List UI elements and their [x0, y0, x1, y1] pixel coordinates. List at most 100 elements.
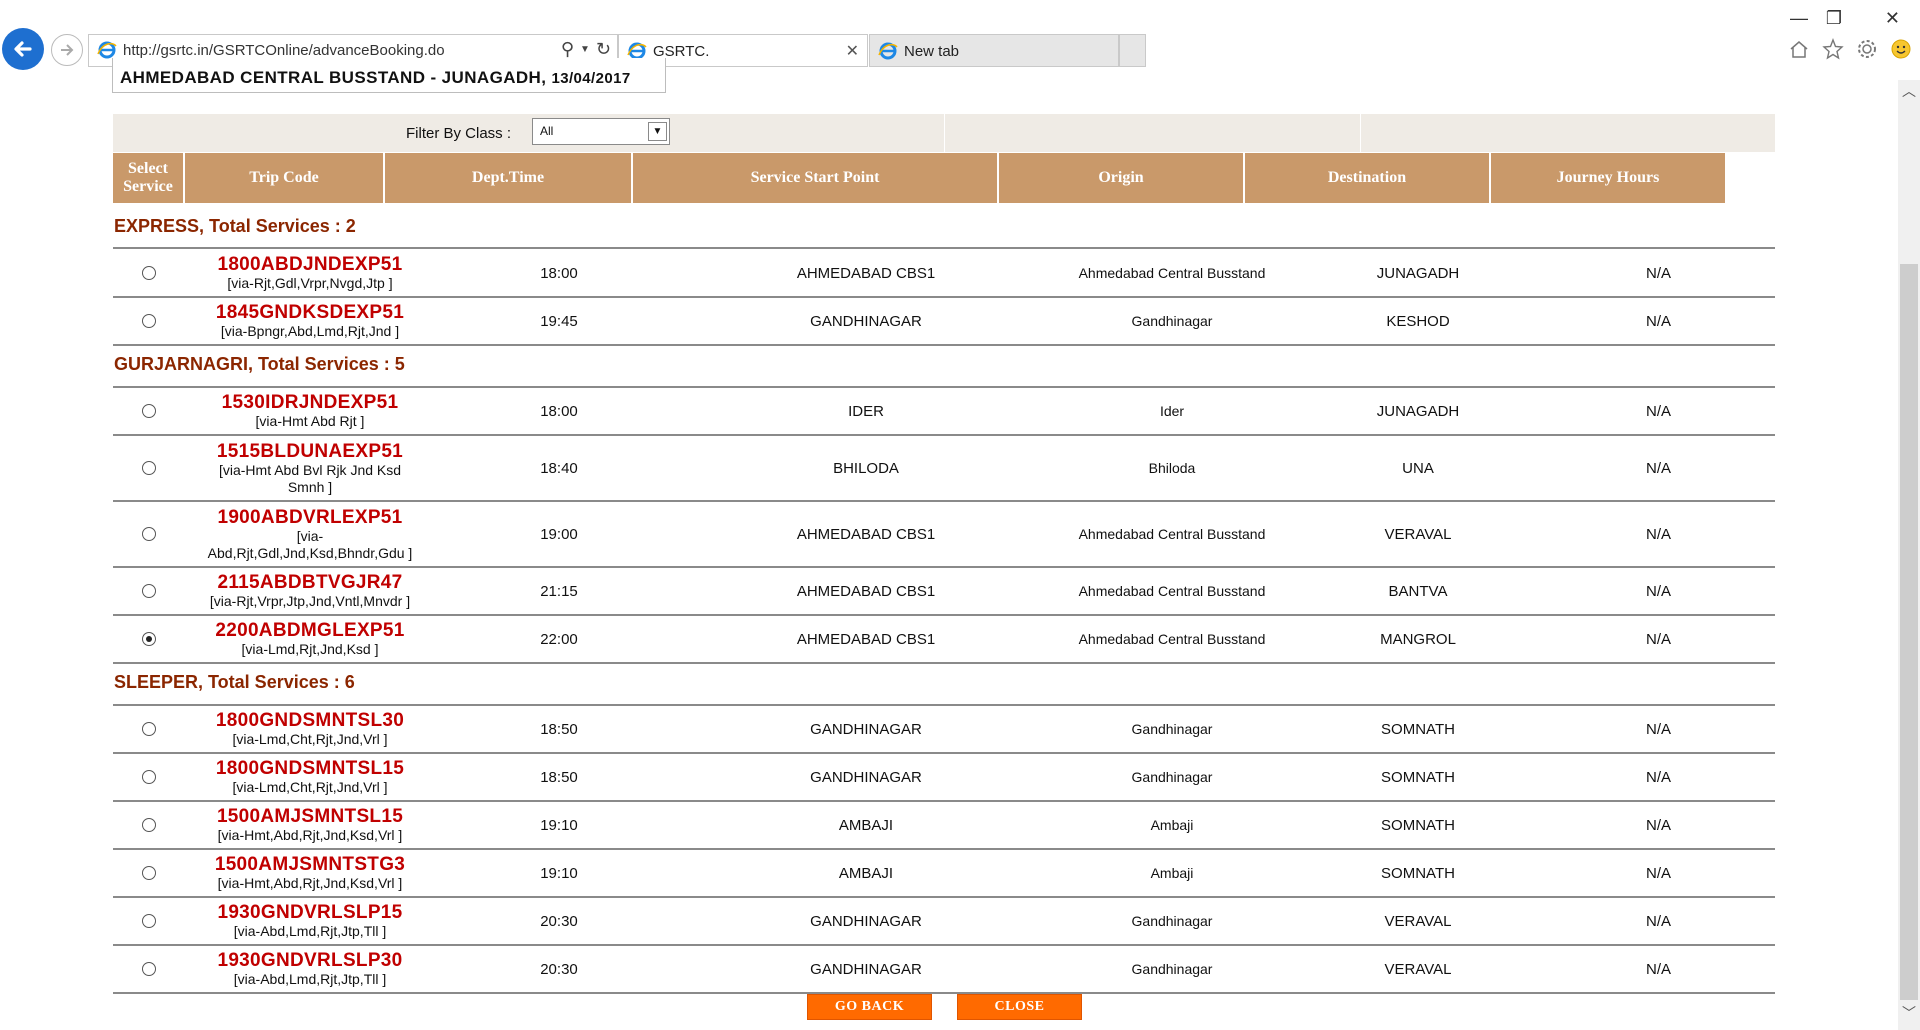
journey-hours: N/A: [1645, 525, 1671, 543]
class-filter-value: All: [540, 124, 554, 138]
service-start-point: GANDHINAGAR: [810, 960, 922, 978]
go-back-button[interactable]: GO BACK: [807, 994, 932, 1020]
service-start-point: IDER: [848, 402, 884, 420]
route-date: 13/04/2017: [551, 70, 631, 87]
trip-code[interactable]: 1900ABDVRLEXP51: [217, 507, 402, 528]
restore-icon[interactable]: ❐: [1826, 8, 1842, 29]
select-cell: [113, 568, 185, 614]
select-service-radio[interactable]: [142, 461, 156, 475]
destination: UNA: [1402, 459, 1434, 477]
trip-code[interactable]: 1845GNDKSDEXP51: [216, 302, 404, 323]
scrollbar-thumb[interactable]: [1900, 264, 1918, 1000]
select-service-radio[interactable]: [142, 866, 156, 880]
select-service-radio[interactable]: [142, 818, 156, 832]
dropdown-icon[interactable]: ▼: [580, 44, 590, 55]
trip-via-route: [via-Bpngr,Abd,Lmd,Rjt,Jnd ]: [220, 323, 400, 339]
trip-via-route: [via-Abd,Lmd,Rjt,Jtp,Tll ]: [233, 923, 387, 939]
scroll-down-icon[interactable]: ﹀: [1900, 1004, 1918, 1022]
trip-cell: 1930GNDVRLSLP15 [via-Abd,Lmd,Rjt,Jtp,Tll …: [185, 898, 435, 944]
select-service-radio[interactable]: [142, 527, 156, 541]
route-title: AHMEDABAD CENTRAL BUSSTAND - JUNAGADH, 1…: [120, 68, 631, 88]
table-row: 1515BLDUNAEXP51 [via-Hmt Abd Bvl Rjk Jnd …: [113, 436, 1775, 502]
table-row: 1845GNDKSDEXP51 [via-Bpngr,Abd,Lmd,Rjt,Jn…: [113, 298, 1775, 346]
destination: SOMNATH: [1381, 768, 1455, 786]
forward-arrow-icon: [61, 44, 74, 56]
select-service-radio[interactable]: [142, 770, 156, 784]
close-window-icon[interactable]: ✕: [1885, 8, 1900, 29]
destination: VERAVAL: [1384, 960, 1452, 978]
dept-time: 18:00: [540, 264, 578, 282]
trip-code[interactable]: 2200ABDMGLEXP51: [215, 620, 404, 641]
select-cell: [113, 436, 185, 500]
trip-via-route: [via-Hmt Abd Rjt ]: [255, 413, 365, 429]
trip-cell: 1800ABDJNDEXP51 [via-Rjt,Gdl,Vrpr,Nvgd,Jt…: [185, 250, 435, 296]
table-row: 1500AMJSMNTSTG3 [via-Hmt,Abd,Rjt,Jnd,Ksd,…: [113, 850, 1775, 898]
url-text[interactable]: http://gsrtc.in/GSRTCOnline/advanceBooki…: [123, 42, 445, 59]
trip-code[interactable]: 1800GNDSMNTSL30: [216, 710, 404, 731]
select-cell: [113, 502, 185, 566]
journey-hours: N/A: [1645, 630, 1671, 648]
table-row: 1500AMJSMNTSL15 [via-Hmt,Abd,Rjt,Jnd,Ksd,…: [113, 802, 1775, 850]
destination: BANTVA: [1388, 582, 1448, 600]
service-start-point: BHILODA: [833, 459, 899, 477]
class-filter-select[interactable]: All ▼: [532, 118, 670, 145]
trip-code[interactable]: 1800GNDSMNTSL15: [216, 758, 404, 779]
close-button[interactable]: CLOSE: [957, 994, 1082, 1020]
tab-new[interactable]: New tab: [869, 34, 1119, 67]
trip-code[interactable]: 1515BLDUNAEXP51: [217, 441, 403, 462]
select-service-radio[interactable]: [142, 632, 156, 646]
select-service-radio[interactable]: [142, 584, 156, 598]
divider: [1360, 114, 1361, 152]
close-tab-icon[interactable]: ✕: [846, 41, 859, 61]
select-cell: [113, 850, 185, 896]
trip-code[interactable]: 1530IDRJNDEXP51: [222, 392, 399, 413]
dept-time: 21:15: [540, 582, 578, 600]
route-title-box: AHMEDABAD CENTRAL BUSSTAND - JUNAGADH, 1…: [112, 58, 666, 93]
select-service-radio[interactable]: [142, 722, 156, 736]
new-tab-button[interactable]: [1119, 34, 1146, 67]
home-icon[interactable]: [1786, 36, 1812, 62]
select-service-radio[interactable]: [142, 266, 156, 280]
category-divider: [113, 247, 1775, 249]
destination: SOMNATH: [1381, 864, 1455, 882]
journey-hours: N/A: [1645, 864, 1671, 882]
select-service-radio[interactable]: [142, 404, 156, 418]
table-row: 1930GNDVRLSLP15 [via-Abd,Lmd,Rjt,Jtp,Tll …: [113, 898, 1775, 946]
trip-code[interactable]: 1930GNDVRLSLP30: [217, 950, 402, 971]
scroll-up-icon[interactable]: ︿: [1900, 82, 1918, 100]
select-cell: [113, 802, 185, 848]
back-button[interactable]: [2, 28, 44, 70]
trip-code[interactable]: 2115ABDBTVGJR47: [217, 572, 402, 593]
select-cell: [113, 616, 185, 662]
trip-code[interactable]: 1930GNDVRLSLP15: [217, 902, 402, 923]
minimize-icon[interactable]: —: [1790, 8, 1808, 29]
select-cell: [113, 946, 185, 992]
origin: Ahmedabad Central Busstand: [1078, 265, 1266, 281]
select-cell: [113, 250, 185, 296]
trip-cell: 1845GNDKSDEXP51 [via-Bpngr,Abd,Lmd,Rjt,Jn…: [185, 298, 435, 344]
col-header-trip-code: Trip Code: [185, 153, 383, 203]
trip-via-route: [via-Rjt,Gdl,Vrpr,Nvgd,Jtp ]: [227, 275, 393, 291]
favorites-star-icon[interactable]: [1820, 36, 1846, 62]
trip-code[interactable]: 1500AMJSMNTSL15: [217, 806, 403, 827]
table-row: 1930GNDVRLSLP30 [via-Abd,Lmd,Rjt,Jtp,Tll …: [113, 946, 1775, 994]
forward-button[interactable]: [51, 34, 83, 66]
select-service-radio[interactable]: [142, 314, 156, 328]
service-start-point: GANDHINAGAR: [810, 912, 922, 930]
select-cell: [113, 298, 185, 344]
select-service-radio[interactable]: [142, 962, 156, 976]
select-service-radio[interactable]: [142, 914, 156, 928]
trip-code[interactable]: 1800ABDJNDEXP51: [217, 254, 402, 275]
settings-gear-icon[interactable]: [1854, 36, 1880, 62]
origin: Gandhinagar: [1131, 961, 1213, 977]
smiley-feedback-icon[interactable]: [1888, 36, 1914, 62]
chevron-down-icon[interactable]: ▼: [648, 122, 667, 141]
search-icon[interactable]: ⚲: [561, 39, 574, 60]
vertical-scrollbar[interactable]: ︿ ﹀: [1898, 80, 1920, 1030]
refresh-icon[interactable]: ↻: [596, 39, 611, 60]
filter-label: Filter By Class :: [406, 125, 512, 142]
origin: Gandhinagar: [1131, 313, 1213, 329]
trip-code[interactable]: 1500AMJSMNTSTG3: [215, 854, 405, 875]
trip-cell: 1500AMJSMNTSL15 [via-Hmt,Abd,Rjt,Jnd,Ksd,…: [185, 802, 435, 848]
col-header-dept-time: Dept.Time: [385, 153, 631, 203]
